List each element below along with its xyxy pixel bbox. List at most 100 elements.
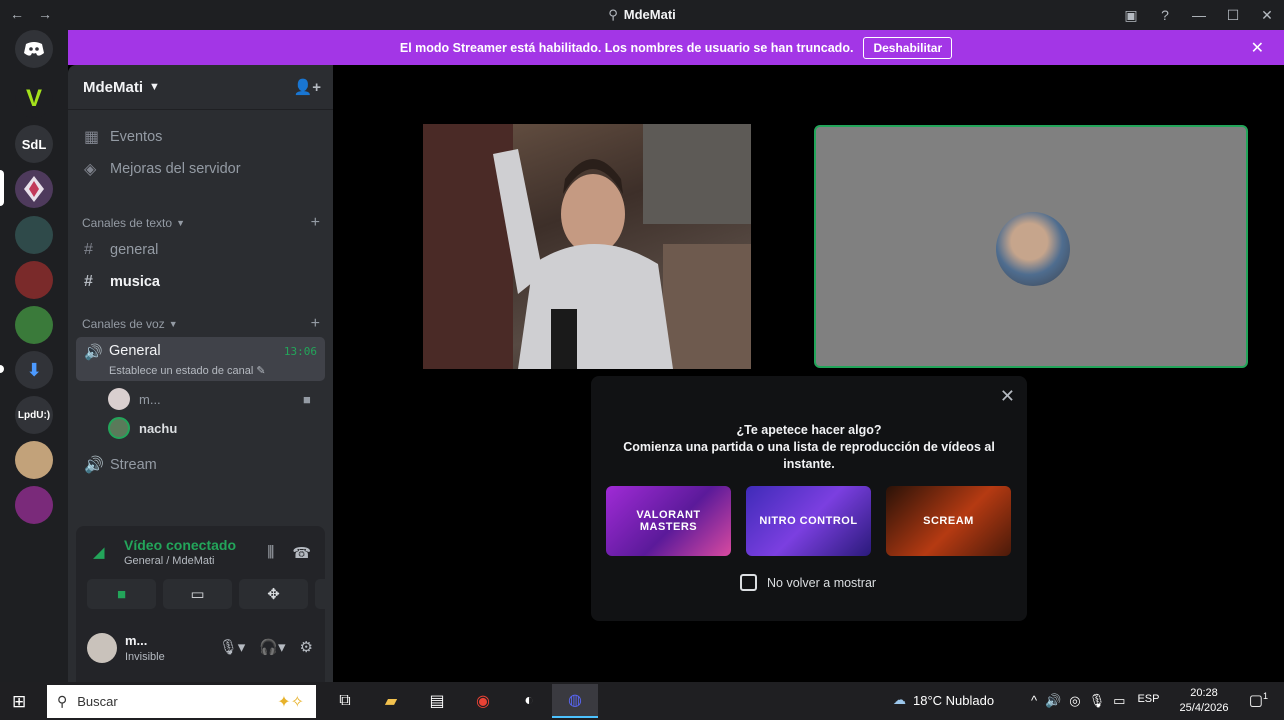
server-icon-9[interactable]: [15, 441, 53, 479]
windows-start-icon[interactable]: ⊞: [12, 692, 26, 712]
voice-member-2[interactable]: nachu: [108, 417, 177, 439]
server-icon-5[interactable]: [15, 261, 53, 299]
server-icon-sdl[interactable]: SdL: [15, 125, 53, 163]
network-icon[interactable]: ▭: [1113, 693, 1125, 709]
notification-icon[interactable]: ▢1: [1249, 691, 1268, 709]
server-icon-v[interactable]: V: [15, 80, 53, 118]
discord-taskbar-icon[interactable]: ◍: [552, 684, 598, 718]
activity-suggestion-popup: ✕ ¿Te apetece hacer algo? Comienza una p…: [591, 376, 1027, 621]
channel-general[interactable]: # general: [76, 235, 325, 265]
text-category-label: Canales de texto: [82, 216, 173, 230]
activity-card-valorant[interactable]: VALORANT MASTERS: [606, 486, 731, 556]
chevron-down-icon: ▼: [149, 81, 160, 93]
weather-widget[interactable]: ☁ 18°C Nublado: [893, 692, 994, 708]
file-explorer-icon[interactable]: ▰: [368, 684, 414, 718]
member-name: nachu: [139, 420, 178, 436]
stream-channel-label: Stream: [110, 457, 157, 473]
settings-gear-icon[interactable]: ⚙: [300, 638, 313, 656]
task-view-icon[interactable]: ⧉: [322, 684, 368, 718]
chevron-up-icon[interactable]: ^: [1031, 693, 1037, 709]
rtc-status-title[interactable]: Vídeo conectado: [124, 537, 236, 553]
search-placeholder: Buscar: [77, 694, 118, 709]
speaker-icon: 🔊: [84, 457, 104, 474]
server-boosts-label: Mejoras del servidor: [110, 161, 241, 177]
volume-icon[interactable]: 🔊: [1045, 693, 1061, 709]
streamer-mode-banner: El modo Streamer está habilitado. Los no…: [68, 30, 1284, 65]
add-voice-channel-icon[interactable]: +: [311, 315, 320, 333]
discord-home-icon[interactable]: [15, 30, 53, 68]
server-icon-10[interactable]: [15, 486, 53, 524]
download-apps-icon[interactable]: ⬇: [15, 351, 53, 389]
weather-text: 18°C Nublado: [913, 692, 995, 708]
hashtag-icon: #: [84, 241, 93, 258]
headphones-icon[interactable]: 🎧▾: [259, 638, 285, 656]
popup-text: ¿Te apetece hacer algo? Comienza una par…: [591, 422, 1027, 473]
hashtag-icon: #: [84, 273, 93, 290]
video-tile-camera[interactable]: [423, 124, 751, 369]
help-icon[interactable]: ?: [1148, 7, 1182, 23]
dont-show-again-checkbox[interactable]: No volver a mostrar: [740, 574, 876, 591]
microphone-icon[interactable]: 🎙▾: [219, 638, 246, 656]
server-icon-active[interactable]: [15, 170, 53, 208]
microphone-icon[interactable]: 🎙: [1089, 693, 1106, 709]
boost-icon: ◈: [84, 161, 97, 178]
connection-signal-icon: ◢: [93, 544, 105, 561]
voice-member-1[interactable]: m... ■: [108, 388, 311, 410]
chevron-down-icon: ▼: [168, 319, 178, 329]
camera-button[interactable]: ■: [87, 579, 156, 609]
voice-channel-status-text: Establece un estado de canal: [109, 365, 254, 377]
server-boosts-item[interactable]: ◈ Mejoras del servidor: [76, 154, 325, 184]
window-titlebar: ← → ⚲ MdeMati ▣ ? — ☐ ✕: [0, 0, 1284, 30]
events-item[interactable]: ▦ Eventos: [76, 122, 325, 152]
activity-card-scream[interactable]: SCREAM: [886, 486, 1011, 556]
invite-people-icon[interactable]: 👤+: [294, 78, 321, 96]
channel-musica-label: musica: [110, 274, 160, 290]
clock[interactable]: 20:28 25/4/2026: [1176, 686, 1232, 716]
taskbar-search[interactable]: ⚲ Buscar ✦✧: [47, 685, 316, 718]
clock-time: 20:28: [1190, 687, 1218, 699]
voice-channel-general[interactable]: 🔊 General 13:06 Establece un estado de c…: [76, 337, 325, 381]
noise-suppression-icon[interactable]: ⫼: [267, 544, 274, 562]
disable-streamer-button[interactable]: Deshabilitar: [863, 36, 953, 59]
video-tile-avatar[interactable]: [814, 125, 1248, 368]
user-status: Invisible: [125, 651, 165, 663]
close-window-button[interactable]: ✕: [1250, 7, 1284, 24]
server-icon-6[interactable]: [15, 306, 53, 344]
screen-share-button[interactable]: ▭: [163, 579, 232, 609]
user-info[interactable]: m... Invisible 🎙▾ 🎧▾ ⚙: [87, 630, 317, 668]
chrome-icon[interactable]: ◉: [460, 684, 506, 718]
member-name: m...: [139, 391, 161, 407]
add-text-channel-icon[interactable]: +: [311, 214, 320, 232]
inbox-icon[interactable]: ▣: [1114, 7, 1148, 24]
app-icon[interactable]: ▤: [414, 684, 460, 718]
clock-date: 25/4/2026: [1179, 702, 1229, 714]
obs-icon[interactable]: ◐: [506, 684, 552, 718]
popup-body: Comienza una partida o una lista de repr…: [623, 440, 995, 471]
avatar: [108, 417, 130, 439]
language-indicator[interactable]: ESP: [1137, 693, 1159, 709]
avatar: [87, 633, 117, 663]
disconnect-icon[interactable]: ☎: [292, 544, 311, 562]
voice-channel-name: General: [109, 343, 161, 359]
server-icon-4[interactable]: [15, 216, 53, 254]
activity-card-nitro-control[interactable]: NITRO CONTROL: [746, 486, 871, 556]
server-icon-lpdu[interactable]: LpdU:): [15, 396, 53, 434]
participant-avatar: [996, 212, 1070, 286]
activities-button[interactable]: ✥: [239, 579, 308, 609]
text-channels-category[interactable]: Canales de texto ▼ +: [82, 214, 322, 232]
maximize-button[interactable]: ☐: [1216, 7, 1250, 24]
channel-musica[interactable]: # musica: [76, 267, 325, 297]
close-banner-icon[interactable]: ✕: [1251, 38, 1264, 58]
rtc-channel-path[interactable]: General / MdeMati: [124, 555, 214, 567]
checkbox-box[interactable]: [740, 574, 757, 591]
close-icon[interactable]: ✕: [1000, 386, 1015, 407]
voice-channels-category[interactable]: Canales de voz ▼ +: [82, 315, 322, 333]
minimize-button[interactable]: —: [1182, 7, 1216, 23]
server-header[interactable]: MdeMati ▼ 👤+: [68, 65, 333, 110]
webcam-icon[interactable]: ◎: [1069, 693, 1080, 709]
voice-channel-timer: 13:06: [283, 345, 317, 358]
voice-channel-status[interactable]: Establece un estado de canal ✎: [109, 364, 266, 377]
speaker-icon: 🔊: [84, 344, 103, 361]
system-tray: ^ 🔊 ◎ 🎙 ▭ ESP: [1031, 693, 1159, 709]
voice-channel-stream[interactable]: 🔊 Stream: [76, 450, 325, 480]
